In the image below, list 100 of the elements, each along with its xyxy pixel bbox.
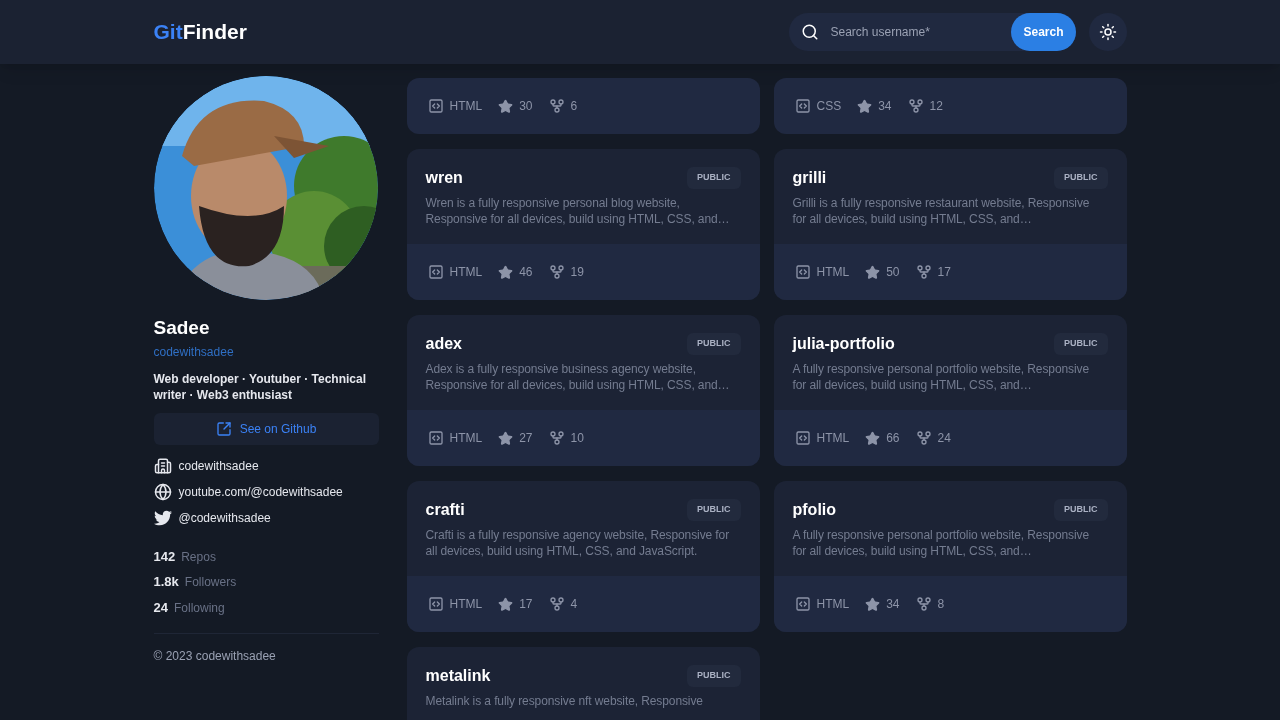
fork-icon bbox=[548, 264, 565, 280]
repo-description: Adex is a fully responsive business agency website, Responsive for all devices, build using HTML, CSS, and… bbox=[425, 361, 731, 393]
repo-language: HTML bbox=[816, 430, 850, 447]
fork-icon bbox=[915, 264, 932, 280]
external-link-icon bbox=[215, 420, 232, 437]
visibility-label: PUBLIC bbox=[1054, 167, 1108, 189]
repo-name[interactable]: grilli bbox=[792, 166, 827, 190]
visibility-label: PUBLIC bbox=[687, 499, 741, 521]
repo-card[interactable]: adex PUBLIC Adex is a fully responsive business agency website, Responsive for all devices, build using HTML, CSS, and… HTML 27 10 bbox=[406, 315, 760, 466]
code-icon bbox=[427, 98, 444, 114]
fork-icon bbox=[907, 98, 924, 114]
fork-icon bbox=[548, 430, 565, 446]
code-icon bbox=[427, 264, 444, 280]
star-icon bbox=[498, 264, 514, 280]
repo-name[interactable]: adex bbox=[425, 332, 462, 356]
repo-description: Metalink is a fully responsive nft website, Responsive bbox=[425, 693, 704, 709]
repo-card[interactable]: wren PUBLIC Wren is a fully responsive personal blog website, Responsive for all devices, build using HTML, CSS, and… HTML 46 19 bbox=[406, 149, 760, 300]
profile-link[interactable]: youtube.com/@codewithsadee bbox=[178, 482, 343, 501]
repo-card[interactable]: julia-portfolio PUBLIC A fully responsive personal portfolio website, Responsive for all devices, build using HTML, CSS, and… HTML 66 24 bbox=[773, 315, 1127, 466]
repo-language: HTML bbox=[449, 264, 483, 281]
star-count: 17 bbox=[519, 596, 533, 613]
repo-language: HTML bbox=[449, 430, 483, 447]
search-field[interactable]: Search username* Search bbox=[788, 13, 1076, 51]
stat-label: Following bbox=[173, 599, 225, 617]
fork-count: 17 bbox=[937, 264, 951, 281]
repo-name[interactable]: pfolio bbox=[792, 498, 837, 522]
profile-link[interactable]: codewithsadee bbox=[178, 456, 259, 475]
fork-count: 12 bbox=[929, 98, 943, 115]
globe-icon bbox=[153, 482, 172, 501]
star-icon bbox=[865, 264, 881, 280]
visibility-label: PUBLIC bbox=[687, 333, 741, 355]
star-icon bbox=[865, 430, 881, 446]
repo-language: HTML bbox=[449, 98, 483, 115]
fork-icon bbox=[548, 98, 565, 114]
fork-icon bbox=[915, 596, 932, 612]
github-button[interactable]: See on Github bbox=[153, 412, 379, 445]
star-count: 50 bbox=[886, 264, 900, 281]
code-icon bbox=[794, 430, 811, 446]
repo-description: A fully responsive personal portfolio website, Responsive for all devices, build using HTML, CSS, and… bbox=[792, 361, 1090, 393]
copyright-text: © 2023 codewithsadee bbox=[153, 648, 277, 665]
repo-language: CSS bbox=[816, 98, 842, 115]
star-count: 46 bbox=[519, 264, 533, 281]
repo-description: Crafti is a fully responsive agency website, Responsive for all devices, build using HTML, CSS, and JavaScript. bbox=[425, 527, 731, 559]
repo-name[interactable]: julia-portfolio bbox=[792, 332, 895, 356]
profile-username[interactable]: codewithsadee bbox=[153, 342, 379, 361]
star-count: 34 bbox=[886, 596, 900, 613]
fork-count: 24 bbox=[937, 430, 951, 447]
repo-name[interactable]: wren bbox=[425, 166, 463, 190]
code-icon bbox=[427, 596, 444, 612]
stat-label: Repos bbox=[181, 548, 216, 566]
repo-language: HTML bbox=[816, 264, 850, 281]
star-count: 27 bbox=[519, 430, 533, 447]
code-icon bbox=[794, 264, 811, 280]
star-icon bbox=[498, 98, 514, 114]
star-count: 66 bbox=[886, 430, 900, 447]
sun-icon bbox=[1098, 23, 1117, 41]
stat-value: 142 bbox=[153, 547, 176, 566]
fork-icon bbox=[548, 596, 565, 612]
repo-card[interactable]: HTML 30 6 bbox=[406, 78, 760, 134]
repo-description: Wren is a fully responsive personal blog website, Responsive for all devices, build using HTML, CSS, and… bbox=[425, 195, 731, 227]
repo-description: A fully responsive personal portfolio website, Responsive for all devices, build using HTML, CSS, and… bbox=[792, 527, 1090, 559]
repo-card[interactable]: metalink PUBLIC Metalink is a fully responsive nft website, Responsive bbox=[406, 647, 760, 720]
fork-count: 4 bbox=[570, 596, 578, 613]
profile-bio: Web developer · Youtuber · Technical writer · Web3 enthusiast bbox=[153, 370, 367, 403]
star-count: 34 bbox=[878, 98, 892, 115]
repo-language: HTML bbox=[816, 596, 850, 613]
visibility-label: PUBLIC bbox=[687, 665, 741, 687]
stat-value: 24 bbox=[153, 598, 168, 617]
logo[interactable]: GitFinder bbox=[153, 16, 247, 48]
fork-count: 10 bbox=[570, 430, 584, 447]
search-icon bbox=[800, 23, 819, 41]
repo-card[interactable]: pfolio PUBLIC A fully responsive personal portfolio website, Responsive for all devices, build using HTML, CSS, and… HTML 34 8 bbox=[773, 481, 1127, 632]
repo-description: Grilli is a fully responsive restaurant website, Responsive for all devices, build using HTML, CSS, and… bbox=[792, 195, 1091, 227]
repo-card[interactable]: grilli PUBLIC Grilli is a fully responsive restaurant website, Responsive for all devices, build using HTML, CSS, and… HTML 50 17 bbox=[773, 149, 1127, 300]
repo-name[interactable]: metalink bbox=[425, 664, 491, 688]
fork-icon bbox=[915, 430, 932, 446]
star-count: 30 bbox=[519, 98, 533, 115]
visibility-label: PUBLIC bbox=[1054, 499, 1108, 521]
visibility-label: PUBLIC bbox=[687, 167, 741, 189]
fork-count: 8 bbox=[937, 596, 945, 613]
repo-name[interactable]: crafti bbox=[425, 498, 465, 522]
bird-icon bbox=[153, 508, 172, 527]
stat-value: 1.8k bbox=[153, 573, 179, 591]
star-icon bbox=[498, 430, 514, 446]
code-icon bbox=[427, 430, 444, 446]
building-icon bbox=[153, 456, 172, 475]
search-button[interactable]: Search bbox=[1011, 13, 1076, 51]
code-icon bbox=[794, 98, 811, 114]
visibility-label: PUBLIC bbox=[1054, 333, 1108, 355]
profile-name: Sadee bbox=[153, 316, 211, 340]
profile-link[interactable]: @codewithsadee bbox=[178, 508, 271, 527]
stat-label: Followers bbox=[184, 574, 237, 591]
theme-toggle-button[interactable] bbox=[1088, 13, 1127, 51]
repo-card[interactable]: crafti PUBLIC Crafti is a fully responsive agency website, Responsive for all devices, build using HTML, CSS, and JavaScript. HTML 17 4 bbox=[406, 481, 760, 632]
star-icon bbox=[857, 98, 873, 114]
star-icon bbox=[865, 596, 881, 612]
repo-card[interactable]: CSS 34 12 bbox=[773, 78, 1127, 134]
fork-count: 6 bbox=[570, 98, 578, 115]
star-icon bbox=[498, 596, 514, 612]
code-icon bbox=[794, 596, 811, 612]
